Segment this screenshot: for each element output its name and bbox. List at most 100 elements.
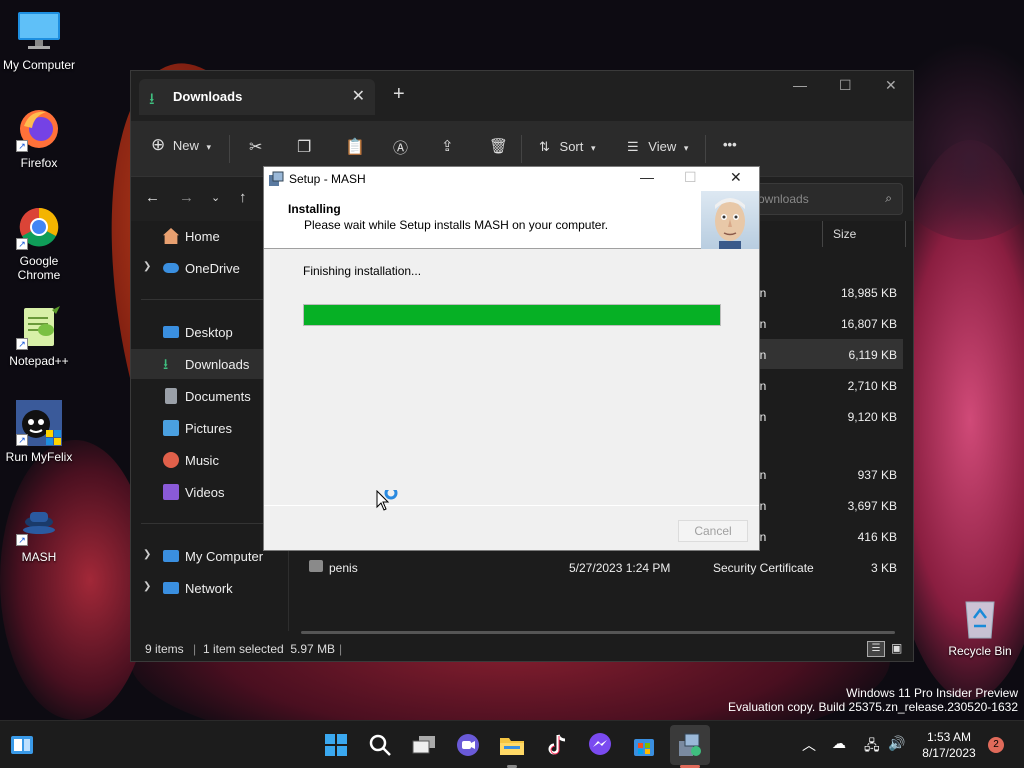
setup-dialog: Setup - MASH — ☐ ✕ Installing Please wai… bbox=[263, 166, 760, 551]
watermark-line-2: Evaluation copy. Build 25375.zn_release.… bbox=[728, 700, 1018, 714]
expand-chevron-icon[interactable]: ❯ bbox=[143, 549, 151, 560]
view-button[interactable]: ☰ View ▾ bbox=[627, 139, 688, 155]
expand-chevron-icon[interactable]: ❯ bbox=[143, 261, 151, 272]
widgets-button[interactable] bbox=[8, 731, 36, 759]
desktop-icon-firefox[interactable]: ↗ Firefox bbox=[1, 106, 77, 170]
file-explorer-taskbar-button[interactable] bbox=[498, 731, 526, 759]
back-button[interactable]: ← bbox=[145, 189, 160, 206]
download-icon: ⭳ bbox=[163, 356, 169, 373]
setup-heading: Installing bbox=[288, 202, 341, 216]
setup-title: Setup - MASH bbox=[289, 172, 366, 186]
notepadpp-icon: ↗ bbox=[16, 304, 62, 350]
download-icon: ⭳ bbox=[149, 91, 155, 108]
shortcut-arrow-icon: ↗ bbox=[16, 534, 28, 546]
sidebar-item-label: Home bbox=[185, 229, 220, 244]
messenger-button[interactable] bbox=[586, 731, 614, 759]
new-button[interactable]: ⊕ New ▾ bbox=[151, 135, 211, 155]
chevron-down-icon: ▾ bbox=[591, 143, 596, 153]
sort-icon: ⇅ bbox=[539, 139, 550, 154]
teams-chat-button[interactable] bbox=[454, 731, 482, 759]
desktop-icon-my-computer[interactable]: My Computer bbox=[1, 8, 77, 72]
desktop-icon-label: Firefox bbox=[20, 156, 58, 170]
task-view-button[interactable] bbox=[410, 731, 438, 759]
search-button[interactable] bbox=[366, 731, 394, 759]
shortcut-arrow-icon: ↗ bbox=[16, 434, 28, 446]
volume-icon[interactable]: 🔊 bbox=[888, 735, 905, 752]
close-window-button[interactable]: ✕ bbox=[730, 169, 742, 186]
close-tab-icon[interactable]: ✕ bbox=[352, 86, 365, 106]
expand-chevron-icon[interactable]: ❯ bbox=[143, 581, 151, 592]
details-view-button[interactable]: ☰ bbox=[867, 641, 885, 657]
cancel-button[interactable]: Cancel bbox=[678, 520, 748, 542]
sidebar-item-label: Network bbox=[185, 581, 233, 596]
close-window-button[interactable]: ✕ bbox=[885, 77, 897, 94]
clock-date: 8/17/2023 bbox=[922, 746, 976, 760]
plus-circle-icon: ⊕ bbox=[151, 135, 166, 154]
file-name: penis bbox=[329, 561, 358, 575]
shortcut-arrow-icon: ↗ bbox=[16, 140, 28, 152]
desktop-icon-recycle-bin[interactable]: Recycle Bin bbox=[940, 596, 1020, 658]
search-input[interactable]: ownloads ⌕ bbox=[747, 183, 903, 215]
chrome-icon: ↗ bbox=[16, 204, 62, 250]
up-button[interactable]: ↑ bbox=[239, 189, 247, 206]
minimize-button[interactable]: — bbox=[793, 77, 807, 93]
status-bar: 9 items | 1 item selected 5.97 MB | ☰ ▣ bbox=[131, 639, 913, 661]
sidebar-item-label: Desktop bbox=[185, 325, 233, 340]
view-list-icon: ☰ bbox=[627, 139, 639, 154]
minimize-button[interactable]: — bbox=[640, 169, 654, 185]
rename-button[interactable]: Ⓐ bbox=[393, 137, 408, 158]
tiles-view-button[interactable]: ▣ bbox=[891, 641, 907, 657]
paste-button[interactable]: 📋 bbox=[345, 137, 365, 157]
maximize-button[interactable]: ☐ bbox=[684, 169, 697, 186]
desktop-icon-notepadpp[interactable]: ↗ Notepad++ bbox=[1, 304, 77, 368]
forward-button[interactable]: → bbox=[179, 189, 194, 206]
install-status-text: Finishing installation... bbox=[303, 264, 422, 278]
taskbar: ︿ ☁ 🖧 🔊 1:53 AM 8/17/2023 2 bbox=[0, 720, 1024, 768]
notification-badge[interactable]: 2 bbox=[988, 737, 1004, 753]
music-icon bbox=[163, 452, 179, 468]
onedrive-offline-icon[interactable]: ☁ bbox=[832, 735, 846, 752]
more-options-button[interactable]: ••• bbox=[723, 137, 737, 152]
clock-time: 1:53 AM bbox=[926, 730, 972, 744]
tiktok-button[interactable] bbox=[542, 731, 570, 759]
file-size: 6,119 KB bbox=[848, 348, 897, 362]
sidebar-item-network[interactable]: ❯ Network bbox=[131, 573, 289, 603]
copy-button[interactable]: ❐ bbox=[297, 137, 311, 157]
sidebar-item-label: Music bbox=[185, 453, 219, 468]
table-row[interactable]: penis 5/27/2023 1:24 PM Security Certifi… bbox=[289, 552, 903, 582]
file-size: 3 KB bbox=[870, 561, 897, 575]
divider bbox=[264, 505, 759, 506]
delete-button[interactable]: 🗑 bbox=[489, 137, 508, 155]
start-button[interactable] bbox=[322, 731, 350, 759]
recycle-bin-icon bbox=[960, 596, 1000, 640]
file-size: 2,710 KB bbox=[847, 379, 897, 393]
search-placeholder: ownloads bbox=[758, 192, 809, 206]
file-size: 937 KB bbox=[857, 468, 897, 482]
desktop-icon-run-myfelix[interactable]: ↗ Run MyFelix bbox=[1, 400, 77, 464]
setup-titlebar: Setup - MASH — ☐ ✕ bbox=[264, 167, 759, 191]
evaluation-watermark: Windows 11 Pro Insider Preview Evaluatio… bbox=[728, 686, 1018, 714]
setup-taskbar-button[interactable] bbox=[676, 731, 704, 759]
share-button[interactable]: ⇪ bbox=[441, 137, 454, 155]
setup-app-icon bbox=[268, 171, 284, 187]
microsoft-store-button[interactable] bbox=[630, 731, 658, 759]
shortcut-arrow-icon: ↗ bbox=[16, 338, 28, 350]
tab-label: Downloads bbox=[173, 89, 243, 104]
horizontal-scrollbar[interactable] bbox=[301, 631, 895, 634]
new-tab-button[interactable]: + bbox=[393, 83, 405, 106]
cut-button[interactable]: ✂ bbox=[249, 137, 262, 157]
show-hidden-icons-button[interactable]: ︿ bbox=[802, 735, 816, 755]
desktop-icon-chrome[interactable]: ↗ Google Chrome bbox=[1, 204, 77, 282]
maximize-button[interactable]: ☐ bbox=[839, 77, 852, 94]
column-header-size[interactable]: Size bbox=[833, 227, 856, 241]
explorer-titlebar: ⭳ Downloads ✕ + — ☐ ✕ bbox=[131, 71, 913, 121]
clock[interactable]: 1:53 AM 8/17/2023 bbox=[912, 729, 986, 761]
sort-button[interactable]: ⇅ Sort ▾ bbox=[539, 139, 596, 155]
desktop-icon-mash[interactable]: ↗ MASH bbox=[1, 500, 77, 564]
recent-locations-button[interactable]: ⌄ bbox=[211, 191, 220, 204]
tab-downloads[interactable]: ⭳ Downloads ✕ bbox=[139, 79, 375, 115]
network-icon[interactable]: 🖧 bbox=[864, 735, 880, 759]
shortcut-arrow-icon: ↗ bbox=[16, 238, 28, 250]
desktop-icon-label: Run MyFelix bbox=[5, 450, 73, 464]
firefox-icon: ↗ bbox=[16, 106, 62, 152]
